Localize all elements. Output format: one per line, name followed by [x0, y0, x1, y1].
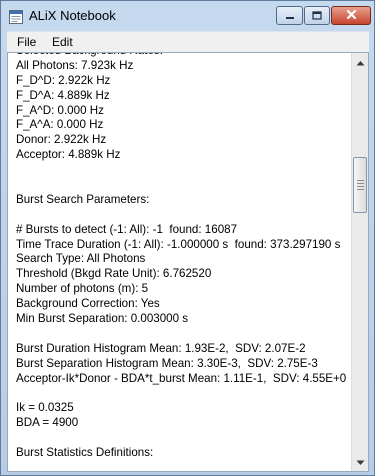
notebook-line: Background Correction: Yes [16, 297, 160, 311]
maximize-icon [312, 7, 322, 25]
notebook-line: Acceptor-Ik*Donor - BDA*t_burst Mean: 1.… [16, 371, 347, 385]
window-app-icon [9, 10, 23, 24]
notebook-line: Number of photons (m): 5 [16, 282, 149, 296]
notebook-text-area[interactable]: Selected Background Rates:All Photons: 7… [8, 53, 350, 471]
thumb-grip-line [357, 180, 364, 181]
notebook-line: Burst Separation Histogram Mean: 3.30E-3… [16, 356, 318, 370]
window-title: ALiX Notebook [29, 8, 116, 23]
scroll-thumb[interactable] [353, 157, 367, 213]
minimize-button[interactable] [276, 6, 303, 25]
notebook-line [16, 208, 350, 223]
notebook-line: F_D^A: 4.889k Hz [16, 88, 110, 102]
scroll-down-button[interactable] [352, 454, 368, 470]
notebook-line: Burst Duration Histogram Mean: 1.93E-2, … [16, 341, 306, 355]
notebook-line: Threshold (Bkgd Rate Unit): 6.762520 [16, 267, 212, 281]
close-button[interactable] [331, 6, 371, 25]
notebook-line: Burst Statistics Definitions: [16, 446, 154, 460]
notebook-line: Burst Search Parameters: [16, 192, 150, 206]
minimize-icon [285, 7, 295, 25]
maximize-button[interactable] [304, 6, 330, 25]
vertical-scrollbar[interactable] [351, 53, 368, 471]
notebook-line: # Bursts to detect (-1: All): -1 found: … [16, 222, 238, 236]
chevron-up-icon [356, 53, 365, 71]
notebook-line [16, 461, 350, 471]
thumb-grip-line [357, 186, 364, 187]
notebook-line [16, 431, 350, 446]
notebook-line [16, 178, 350, 193]
notebook-line: All Photons: 7.923k Hz [16, 58, 134, 72]
notebook-line [16, 327, 350, 342]
scroll-up-button[interactable] [352, 54, 368, 70]
notebook-line: Search Type: All Photons [16, 252, 146, 266]
thumb-grip-line [357, 189, 364, 190]
notebook-line [16, 163, 350, 178]
close-icon [346, 7, 357, 25]
notebook-text: Selected Background Rates:All Photons: 7… [16, 53, 350, 471]
thumb-grip-line [357, 183, 364, 184]
notebook-line: Min Burst Separation: 0.003000 s [16, 312, 189, 326]
notebook-line: F_A^D: 0.000 Hz [16, 103, 104, 117]
notebook-line: Time Trace Duration (-1: All): -1.000000… [16, 237, 341, 251]
notebook-client-area: Selected Background Rates:All Photons: 7… [7, 52, 369, 472]
notebook-line: Ik = 0.0325 [16, 401, 74, 415]
notebook-window: ALiX Notebook File Edit Selected Backgro… [0, 0, 375, 476]
menu-file[interactable]: File [17, 35, 36, 49]
title-bar[interactable]: ALiX Notebook [1, 1, 374, 31]
notebook-line: F_A^A: 0.000 Hz [16, 118, 104, 132]
notebook-line: Donor: 2.922k Hz [16, 133, 107, 147]
menu-edit[interactable]: Edit [52, 35, 73, 49]
notebook-line [16, 386, 350, 401]
notebook-line: Acceptor: 4.889k Hz [16, 148, 121, 162]
chevron-down-icon [356, 453, 365, 471]
menu-bar: File Edit [7, 31, 369, 52]
notebook-line: F_D^D: 2.922k Hz [16, 73, 111, 87]
notebook-line: BDA = 4900 [16, 416, 79, 430]
